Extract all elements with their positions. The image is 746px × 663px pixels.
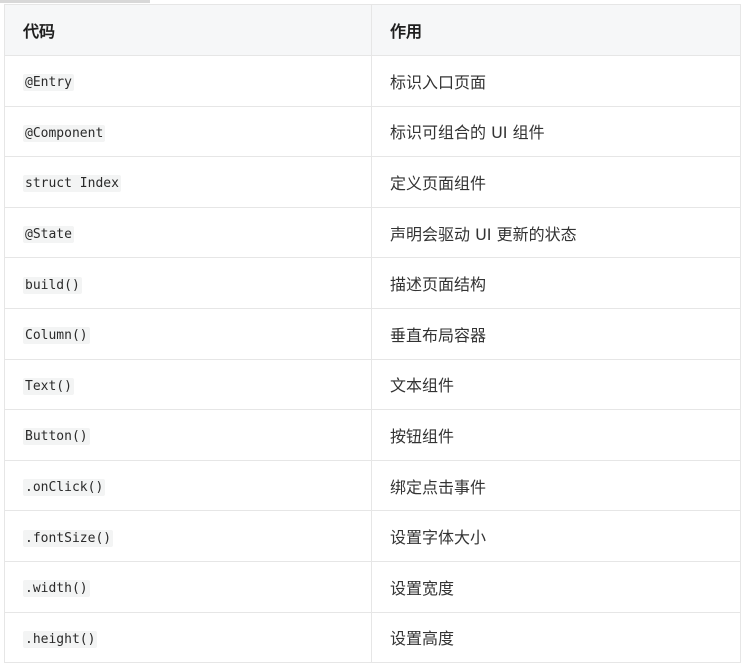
table-row: build() 描述页面结构 [4,257,741,309]
desc-cell: 按钮组件 [371,409,741,461]
code-snippet: build() [23,276,82,294]
description: 描述页面结构 [390,275,487,295]
code-snippet: Button() [23,428,90,446]
table-row: @State 声明会驱动 UI 更新的状态 [4,206,741,259]
code-cell: .height() [4,611,372,663]
desc-cell: 标识入口页面 [371,55,741,107]
desc-cell: 绑定点击事件 [371,459,741,512]
header-purpose: 作用 [371,4,741,56]
table-row: .width() 设置宽度 [4,560,741,613]
description: 绑定点击事件 [390,477,487,497]
code-snippet: .fontSize() [23,529,114,547]
description: 设置字体大小 [390,528,487,548]
table-row: Button() 按钮组件 [4,409,741,461]
code-snippet: .width() [23,580,90,598]
code-snippet: Column() [23,327,90,345]
table-header: 代码 作用 [4,4,741,56]
code-snippet: Text() [23,377,74,395]
code-cell: @Component [4,105,372,158]
description: 设置高度 [390,629,455,649]
description: 文本组件 [390,376,455,396]
desc-cell: 设置宽度 [371,560,741,613]
code-snippet: @Component [23,124,106,142]
table-row: @Entry 标识入口页面 [4,55,741,107]
code-cell: build() [4,257,372,309]
table-row: .height() 设置高度 [4,611,741,663]
desc-cell: 设置高度 [371,611,741,663]
description: 定义页面组件 [390,173,487,193]
desc-cell: 定义页面组件 [371,156,741,208]
code-snippet: .height() [23,630,98,648]
desc-cell: 声明会驱动 UI 更新的状态 [371,206,741,259]
desc-cell: 标识可组合的 UI 组件 [371,105,741,158]
code-cell: struct Index [4,156,372,208]
code-cell: Button() [4,409,372,461]
table-row: .onClick() 绑定点击事件 [4,459,741,512]
code-cell: .onClick() [4,459,372,512]
code-cell: @State [4,206,372,259]
table-row: Column() 垂直布局容器 [4,307,741,360]
description: 按钮组件 [390,426,455,446]
desc-cell: 垂直布局容器 [371,307,741,360]
code-snippet: struct Index [23,175,121,193]
desc-cell: 设置字体大小 [371,510,741,562]
code-cell: .fontSize() [4,510,372,562]
desc-cell: 文本组件 [371,358,741,411]
description: 声明会驱动 UI 更新的状态 [390,224,577,244]
table-row: struct Index 定义页面组件 [4,156,741,208]
code-reference-table: 代码 作用 @Entry 标识入口页面 @Component 标识可组合的 UI… [4,4,741,663]
code-cell: .width() [4,560,372,613]
table-body: @Entry 标识入口页面 @Component 标识可组合的 UI 组件 st… [4,55,741,663]
code-cell: @Entry [4,55,372,107]
description: 设置宽度 [390,578,455,598]
description: 标识入口页面 [390,72,487,92]
code-cell: Text() [4,358,372,411]
code-snippet: @State [23,226,74,244]
code-snippet: .onClick() [23,479,106,497]
desc-cell: 描述页面结构 [371,257,741,309]
header-row: 代码 作用 [4,4,741,56]
code-cell: Column() [4,307,372,360]
table-row: Text() 文本组件 [4,358,741,411]
table-row: .fontSize() 设置字体大小 [4,510,741,562]
code-snippet: @Entry [23,74,74,92]
header-code: 代码 [4,4,372,56]
description: 垂直布局容器 [390,325,487,345]
top-tab-indicator [0,0,150,3]
table-row: @Component 标识可组合的 UI 组件 [4,105,741,158]
description: 标识可组合的 UI 组件 [390,123,545,143]
